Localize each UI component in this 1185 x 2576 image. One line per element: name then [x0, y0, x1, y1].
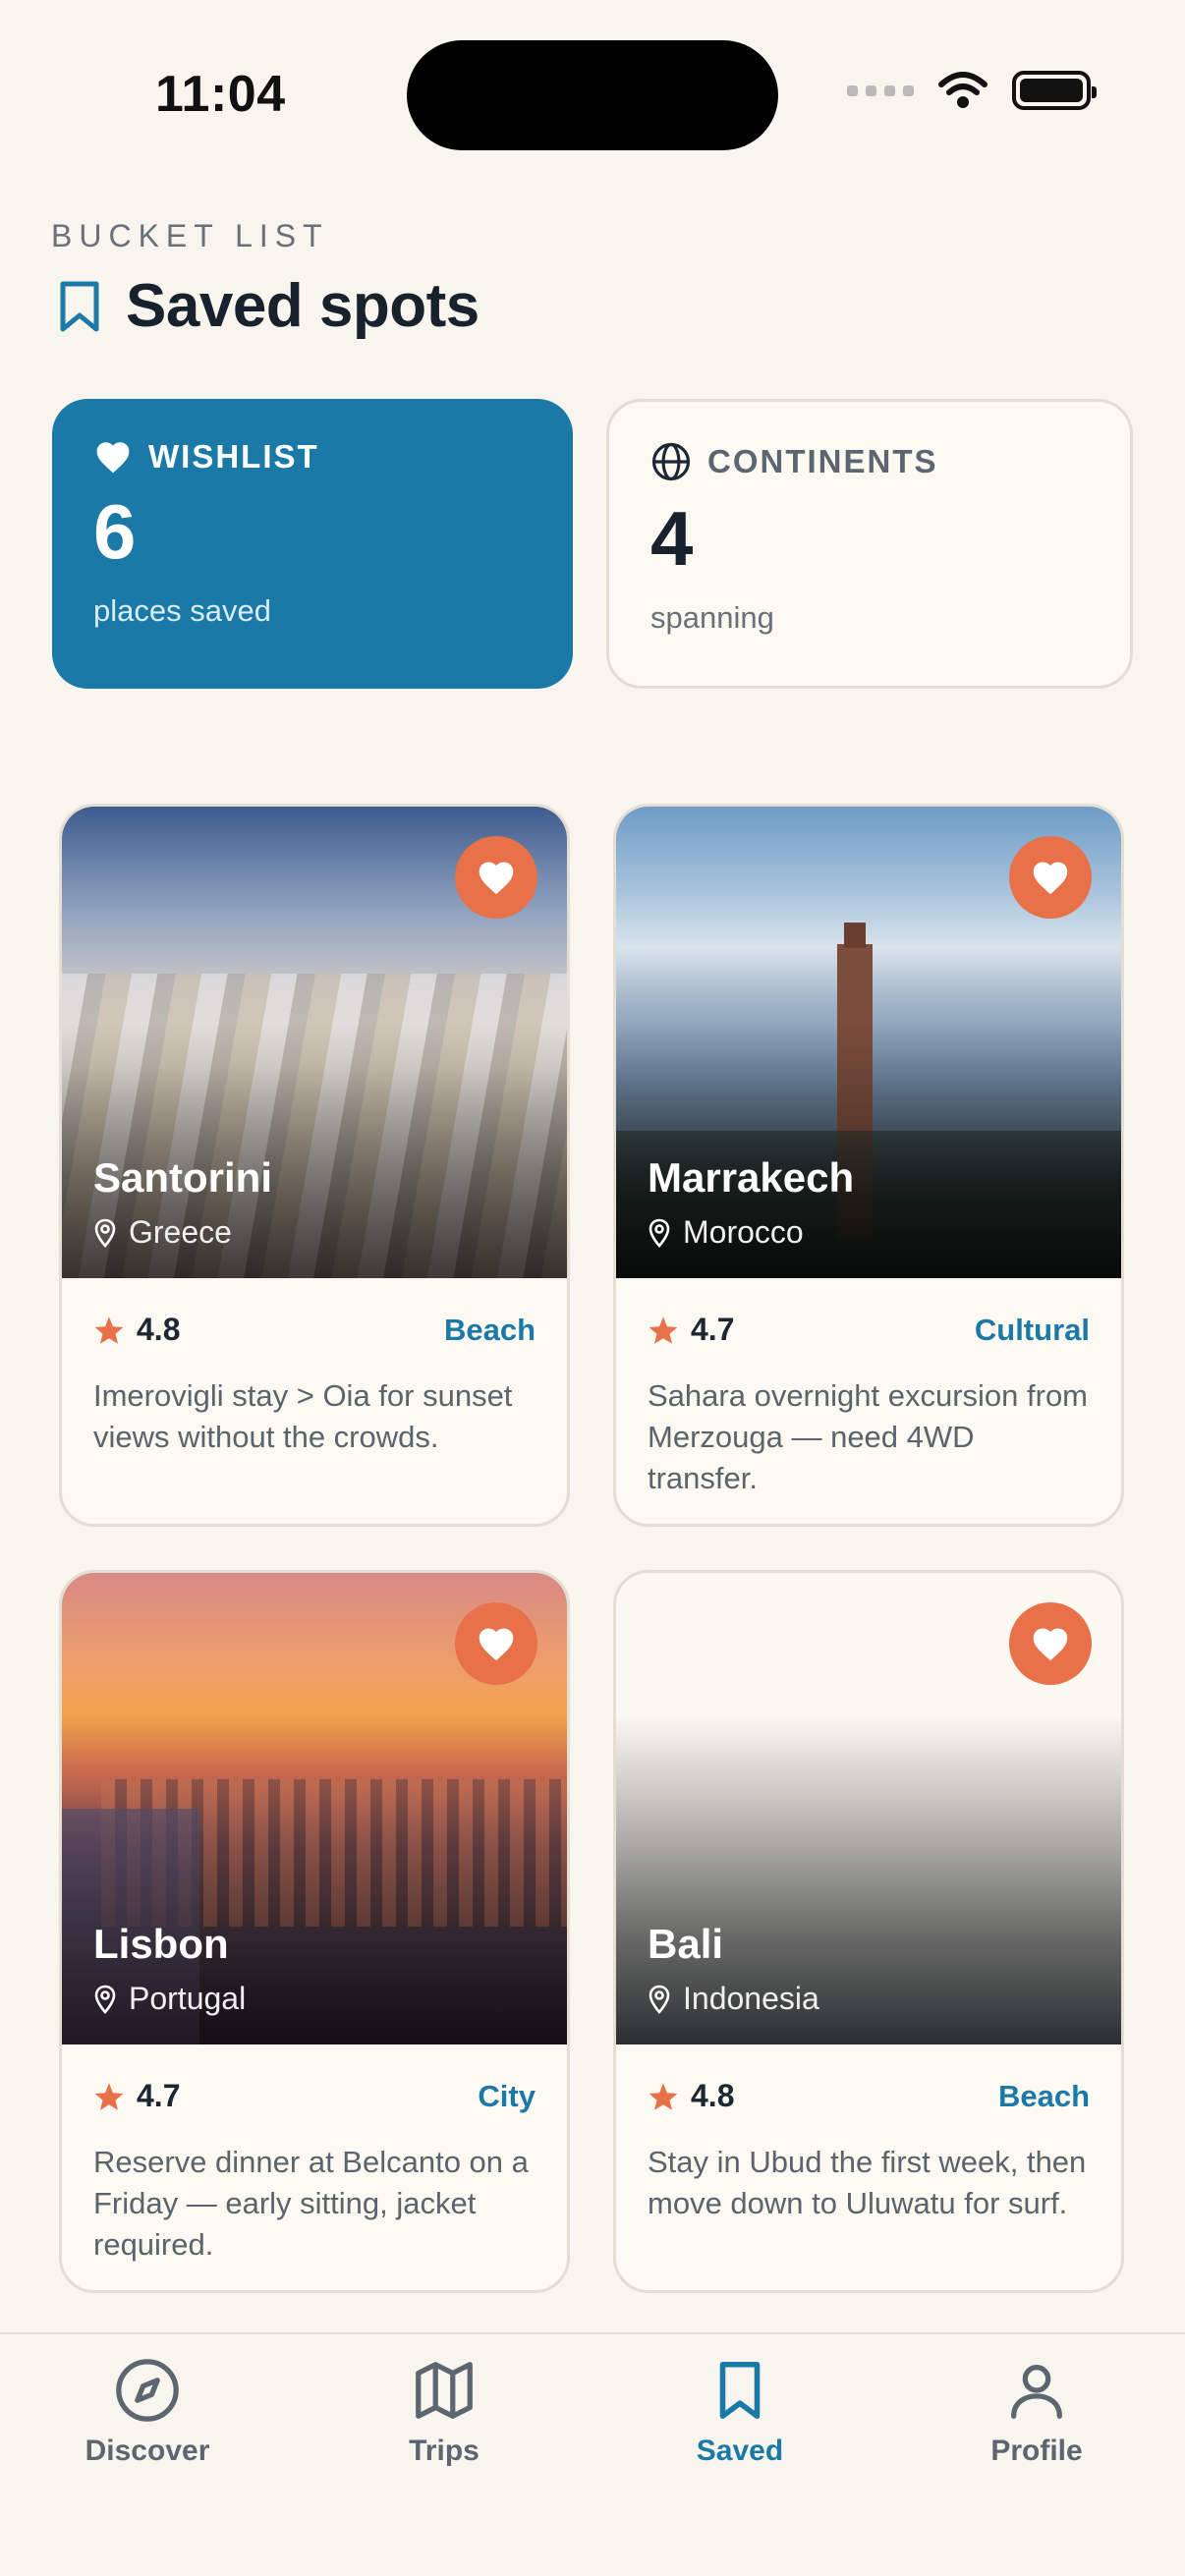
rating: 4.7 [648, 1312, 734, 1348]
tab-saved[interactable]: Saved [642, 2356, 838, 2468]
place-location: Morocco [648, 1214, 804, 1251]
place-name: Lisbon [93, 1921, 229, 1967]
location-pin-icon [649, 1218, 670, 1248]
place-location: Greece [93, 1214, 232, 1251]
card-body: 4.7 City Reserve dinner at Belcanto on a… [62, 2044, 567, 2266]
screen: 11:04 BUCKET LIST Saved spots WISHLIST 6… [0, 0, 1185, 2576]
wifi-icon [938, 72, 988, 108]
category-tag: Cultural [974, 1312, 1090, 1347]
rating-value: 4.8 [691, 2078, 735, 2113]
continents-sub: spanning [650, 600, 774, 635]
continents-stat-header: CONTINENTS [650, 441, 1089, 482]
wishlist-label: WISHLIST [148, 438, 319, 475]
star-icon [649, 2082, 678, 2110]
heart-icon [1033, 862, 1068, 895]
star-icon [649, 1316, 678, 1344]
rating: 4.8 [648, 2078, 734, 2114]
place-country: Morocco [683, 1214, 804, 1250]
status-icons [847, 71, 1097, 110]
wishlist-count: 6 [93, 488, 137, 575]
favorite-button[interactable] [1009, 836, 1092, 919]
heart-icon [96, 442, 130, 474]
tab-trips-label: Trips [409, 2435, 480, 2467]
star-icon [94, 1316, 124, 1344]
rating-value: 4.8 [137, 1312, 181, 1347]
tab-profile[interactable]: Profile [938, 2356, 1135, 2468]
category-tag: Beach [997, 2078, 1090, 2113]
cellular-signal-icon [847, 84, 914, 96]
card-body: 4.8 Beach Stay in Ubud the first week, t… [616, 2044, 1121, 2224]
place-country: Portugal [129, 1981, 247, 2016]
place-country: Greece [129, 1214, 232, 1250]
continents-label: CONTINENTS [707, 443, 938, 479]
place-photo: Lisbon Portugal [62, 1573, 567, 2044]
tab-saved-label: Saved [696, 2435, 784, 2467]
card-body: 4.8 Beach Imerovigli stay > Oia for suns… [62, 1278, 567, 1458]
category-tag: City [478, 2078, 536, 2113]
rating: 4.8 [93, 1312, 180, 1348]
globe-icon [651, 442, 691, 481]
place-note: Sahara overnight excursion from Merzouga… [648, 1378, 1089, 1495]
tab-bar: Discover Trips Saved Profile [0, 2332, 1185, 2576]
location-pin-icon [94, 1218, 116, 1248]
star-icon [94, 2082, 124, 2110]
card-body: 4.7 Cultural Sahara overnight excursion … [616, 1278, 1121, 1499]
place-card-lisbon[interactable]: Lisbon Portugal 4.7 City Reserve dinner … [59, 1570, 570, 2293]
heart-icon [479, 1628, 514, 1661]
place-country: Indonesia [683, 1981, 819, 2016]
place-card-marrakech[interactable]: Marrakech Morocco 4.7 Cultural Sahara ov… [613, 804, 1124, 1527]
place-photo: Bali Indonesia [616, 1573, 1121, 2044]
tab-profile-label: Profile [990, 2435, 1083, 2467]
place-card-santorini[interactable]: Santorini Greece 4.8 Beach Imerovigli st… [59, 804, 570, 1527]
tab-trips[interactable]: Trips [346, 2356, 542, 2468]
rating: 4.7 [93, 2078, 180, 2114]
rating-value: 4.7 [137, 2078, 181, 2113]
wishlist-sub: places saved [93, 593, 271, 628]
place-name: Marrakech [648, 1154, 855, 1201]
favorite-button[interactable] [455, 836, 537, 919]
place-name: Santorini [93, 1154, 273, 1201]
dynamic-island [407, 40, 778, 150]
bookmark-icon [60, 281, 99, 331]
location-pin-icon [94, 1985, 116, 2014]
title-row: Saved spots [59, 271, 480, 341]
place-location: Indonesia [648, 1981, 819, 2017]
person-icon [1011, 2365, 1062, 2419]
place-location: Portugal [93, 1981, 246, 2017]
compass-icon [116, 2359, 179, 2422]
location-pin-icon [649, 1985, 670, 2014]
place-note: Stay in Ubud the first week, then move d… [648, 2145, 1087, 2220]
tab-discover[interactable]: Discover [49, 2356, 246, 2468]
place-card-bali[interactable]: Bali Indonesia 4.8 Beach Stay in Ubud th… [613, 1570, 1124, 2293]
heart-icon [1033, 1628, 1068, 1661]
favorite-button[interactable] [1009, 1602, 1092, 1685]
place-note: Imerovigli stay > Oia for sunset views w… [93, 1378, 513, 1454]
place-note: Reserve dinner at Belcanto on a Friday —… [93, 2145, 529, 2262]
heart-icon [479, 862, 514, 895]
rating-value: 4.7 [691, 1312, 735, 1347]
continents-stat-card[interactable]: CONTINENTS 4 spanning [606, 399, 1133, 689]
page-eyebrow: BUCKET LIST [51, 218, 329, 253]
favorite-button[interactable] [455, 1602, 537, 1685]
place-name: Bali [648, 1921, 724, 1967]
place-photo: Santorini Greece [62, 807, 567, 1278]
wishlist-stat-header: WISHLIST [93, 438, 532, 476]
category-tag: Beach [443, 1312, 536, 1347]
bookmark-icon [719, 2361, 761, 2420]
continents-count: 4 [650, 495, 694, 582]
page-title: Saved spots [126, 272, 480, 340]
wishlist-stat-card[interactable]: WISHLIST 6 places saved [52, 399, 573, 689]
tab-discover-label: Discover [85, 2435, 210, 2467]
battery-icon [1012, 71, 1097, 110]
place-photo: Marrakech Morocco [616, 807, 1121, 1278]
map-icon [416, 2362, 473, 2419]
status-time: 11:04 [155, 66, 286, 123]
